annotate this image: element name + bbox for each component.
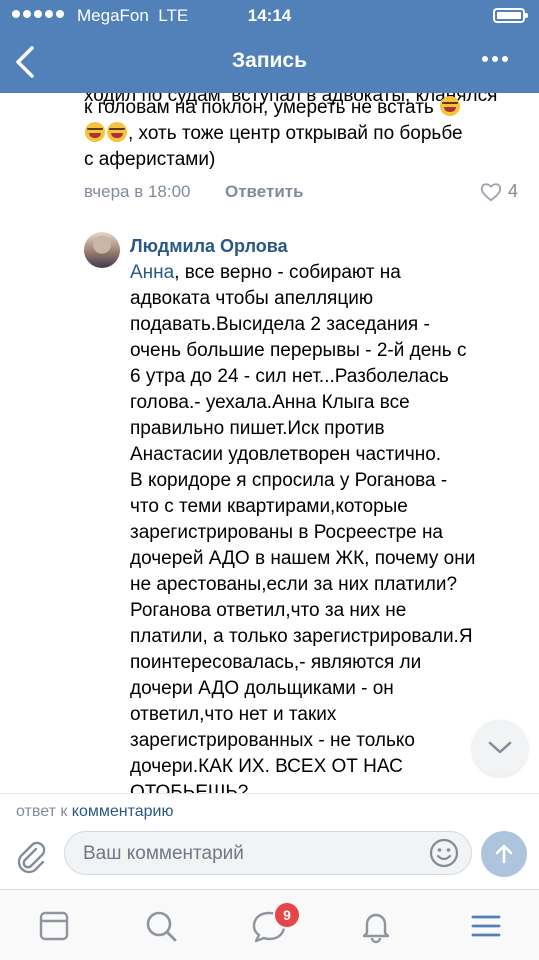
comment-input[interactable]	[81, 832, 425, 876]
paperclip-icon	[17, 841, 46, 874]
tab-notifications[interactable]	[356, 906, 396, 946]
attach-button[interactable]	[14, 840, 48, 879]
comment-author[interactable]: Людмила Орлова	[130, 236, 288, 257]
like-button[interactable]: 4	[480, 181, 518, 202]
comments-thread[interactable]: ходил по судам, вступал в адвокаты, клан…	[0, 93, 539, 793]
chevron-down-icon	[488, 741, 512, 754]
status-time: 14:14	[247, 6, 292, 25]
like-count: 4	[508, 181, 519, 201]
newsfeed-icon	[39, 911, 69, 941]
search-icon	[146, 911, 177, 942]
reply-comment-text: Анна, все верно - собирают на адвоката ч…	[130, 262, 476, 793]
avatar[interactable]	[84, 232, 120, 268]
comment-timestamp: вчера в 18:00	[84, 182, 191, 201]
tab-search[interactable]	[141, 906, 181, 946]
tab-news[interactable]	[34, 906, 74, 946]
send-button[interactable]	[481, 831, 527, 877]
battery-icon	[493, 8, 528, 23]
reply-button[interactable]: Ответить	[225, 182, 304, 202]
smile-icon	[429, 838, 459, 868]
emoji-button[interactable]	[428, 837, 460, 874]
nav-bar: Запись	[0, 32, 539, 93]
reply-target-link[interactable]: комментарию	[72, 803, 174, 820]
comment-composer: ответ к комментарию	[0, 793, 539, 889]
laughing-emoji-icon	[107, 122, 127, 142]
more-horizontal-icon	[482, 56, 488, 62]
reply-to-label: ответ к комментарию	[16, 803, 174, 820]
status-bar: MegaFon LTE 14:14	[0, 0, 539, 32]
laughing-emoji-icon	[440, 96, 461, 116]
hamburger-menu-icon	[471, 915, 501, 937]
top-bar: MegaFon LTE 14:14 Запись	[0, 0, 539, 93]
comment-input-wrapper	[64, 831, 472, 876]
mention-link[interactable]: Анна	[130, 262, 174, 283]
tab-menu[interactable]	[466, 906, 506, 946]
messages-badge: 9	[273, 901, 301, 929]
heart-icon	[480, 182, 502, 201]
bell-icon	[362, 913, 390, 944]
previous-comment-text: к головам на поклон, умереть не встать ,…	[84, 96, 463, 170]
laughing-emoji-icon	[85, 122, 105, 142]
more-button[interactable]	[482, 56, 508, 62]
arrow-up-icon	[495, 844, 513, 864]
page-title: Запись	[231, 49, 308, 72]
tab-bar	[0, 889, 539, 960]
scroll-down-button[interactable]	[472, 720, 528, 776]
